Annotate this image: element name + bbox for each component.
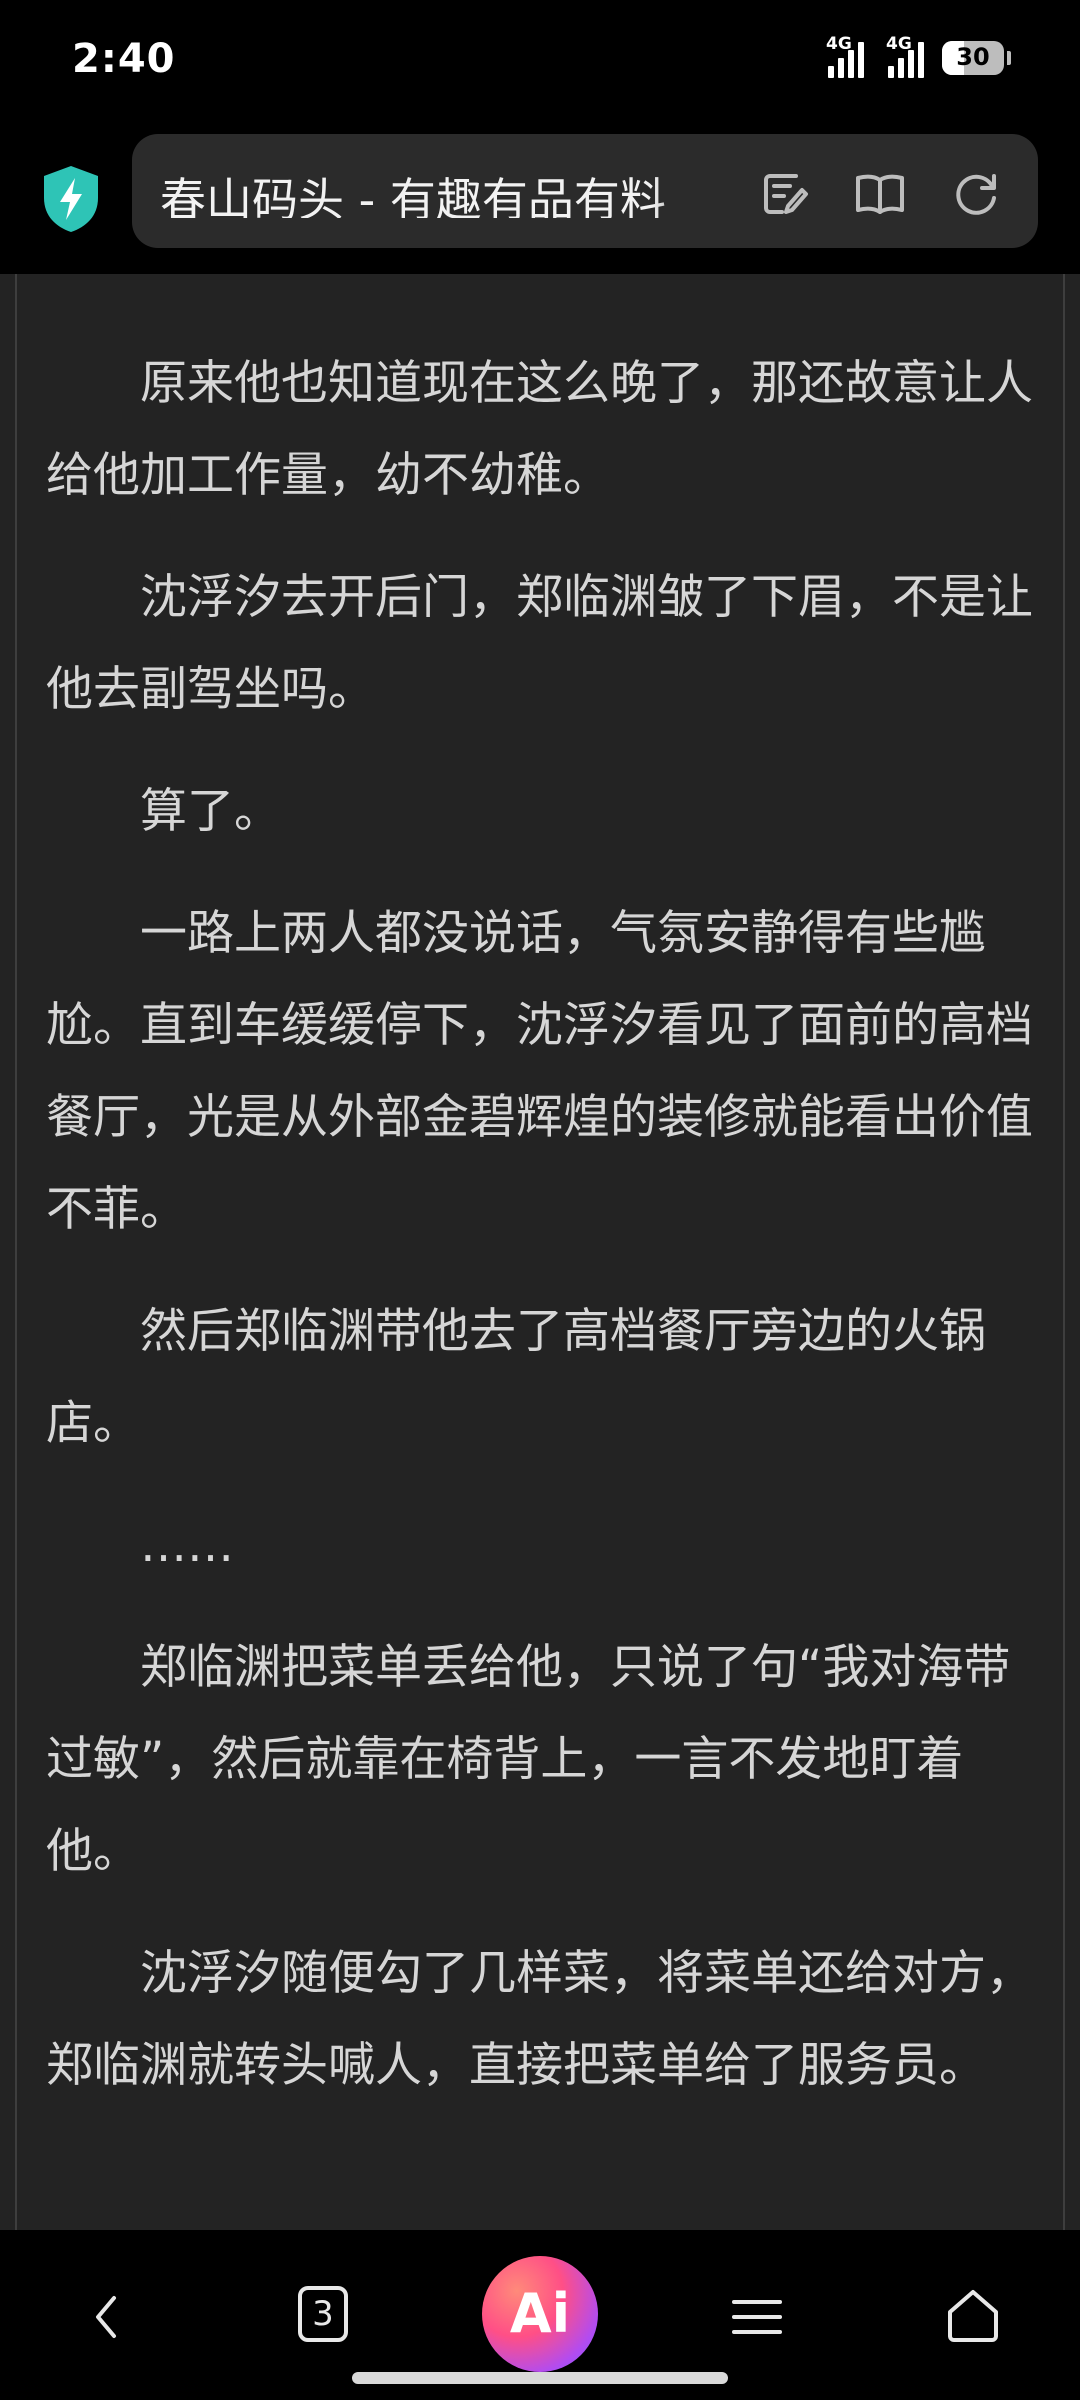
signal-icon: 4G [886,34,924,78]
battery-icon: 30 [942,41,1011,75]
reader-view[interactable]: 原来他也知道现在这么晚了，那还故意让人给他加工作量，幼不幼稚。 沈浮汐去开后门，… [0,274,1080,2230]
article-paragraph: 然后郑临渊带他去了高档餐厅旁边的火锅店。 [46,1304,986,1451]
home-indicator[interactable] [352,2372,728,2384]
home-icon[interactable] [938,2282,1008,2352]
article-body: 原来他也知道现在这么晚了，那还故意让人给他加工作量，幼不幼稚。 沈浮汐去开后门，… [46,338,1036,2142]
browser-toolbar: 春山码头 - 有趣有品有料 [0,126,1080,274]
page-title[interactable]: 春山码头 - 有趣有品有料 [160,164,720,218]
article-paragraph: 算了。 [140,784,281,839]
network-type-label: 4G [886,34,912,54]
article-paragraph: 沈浮汐去开后门，郑临渊皱了下眉，不是让他去副驾坐吗。 [46,570,1033,717]
edit-icon[interactable] [756,166,812,222]
back-icon[interactable] [72,2282,142,2352]
status-time: 2:40 [72,36,176,82]
menu-icon[interactable] [722,2282,792,2352]
address-bar[interactable]: 春山码头 - 有趣有品有料 [132,134,1038,248]
status-bar: 2:40 4G 4G 30 [0,0,1080,126]
shield-icon[interactable] [40,164,102,234]
article-paragraph: 原来他也知道现在这么晚了，那还故意让人给他加工作量，幼不幼稚。 [46,356,1033,503]
refresh-icon[interactable] [948,166,1004,222]
ai-icon[interactable]: Ai [482,2256,598,2372]
article-paragraph: 郑临渊把菜单丢给他，只说了句“我对海带过敏”，然后就靠在椅背上，一言不发地盯着他… [46,1640,1011,1879]
page-edge-right [1063,274,1065,2230]
article-paragraph: 沈浮汐随便勾了几样菜，将菜单还给对方，郑临渊就转头喊人，直接把菜单给了服务员。 [46,1946,1033,2093]
tabs-icon[interactable]: 3 [298,2286,348,2342]
reader-mode-icon[interactable] [852,166,908,222]
page-edge-left [15,274,17,2230]
article-paragraph: …… [140,1518,234,1573]
battery-level: 30 [956,43,990,71]
status-icons: 4G 4G 30 [826,34,1011,78]
network-type-label: 4G [826,34,852,54]
article-paragraph: 一路上两人都没说话，气氛安静得有些尴尬。直到车缓缓停下，沈浮汐看见了面前的高档餐… [46,906,1033,1237]
signal-icon: 4G [826,34,864,78]
